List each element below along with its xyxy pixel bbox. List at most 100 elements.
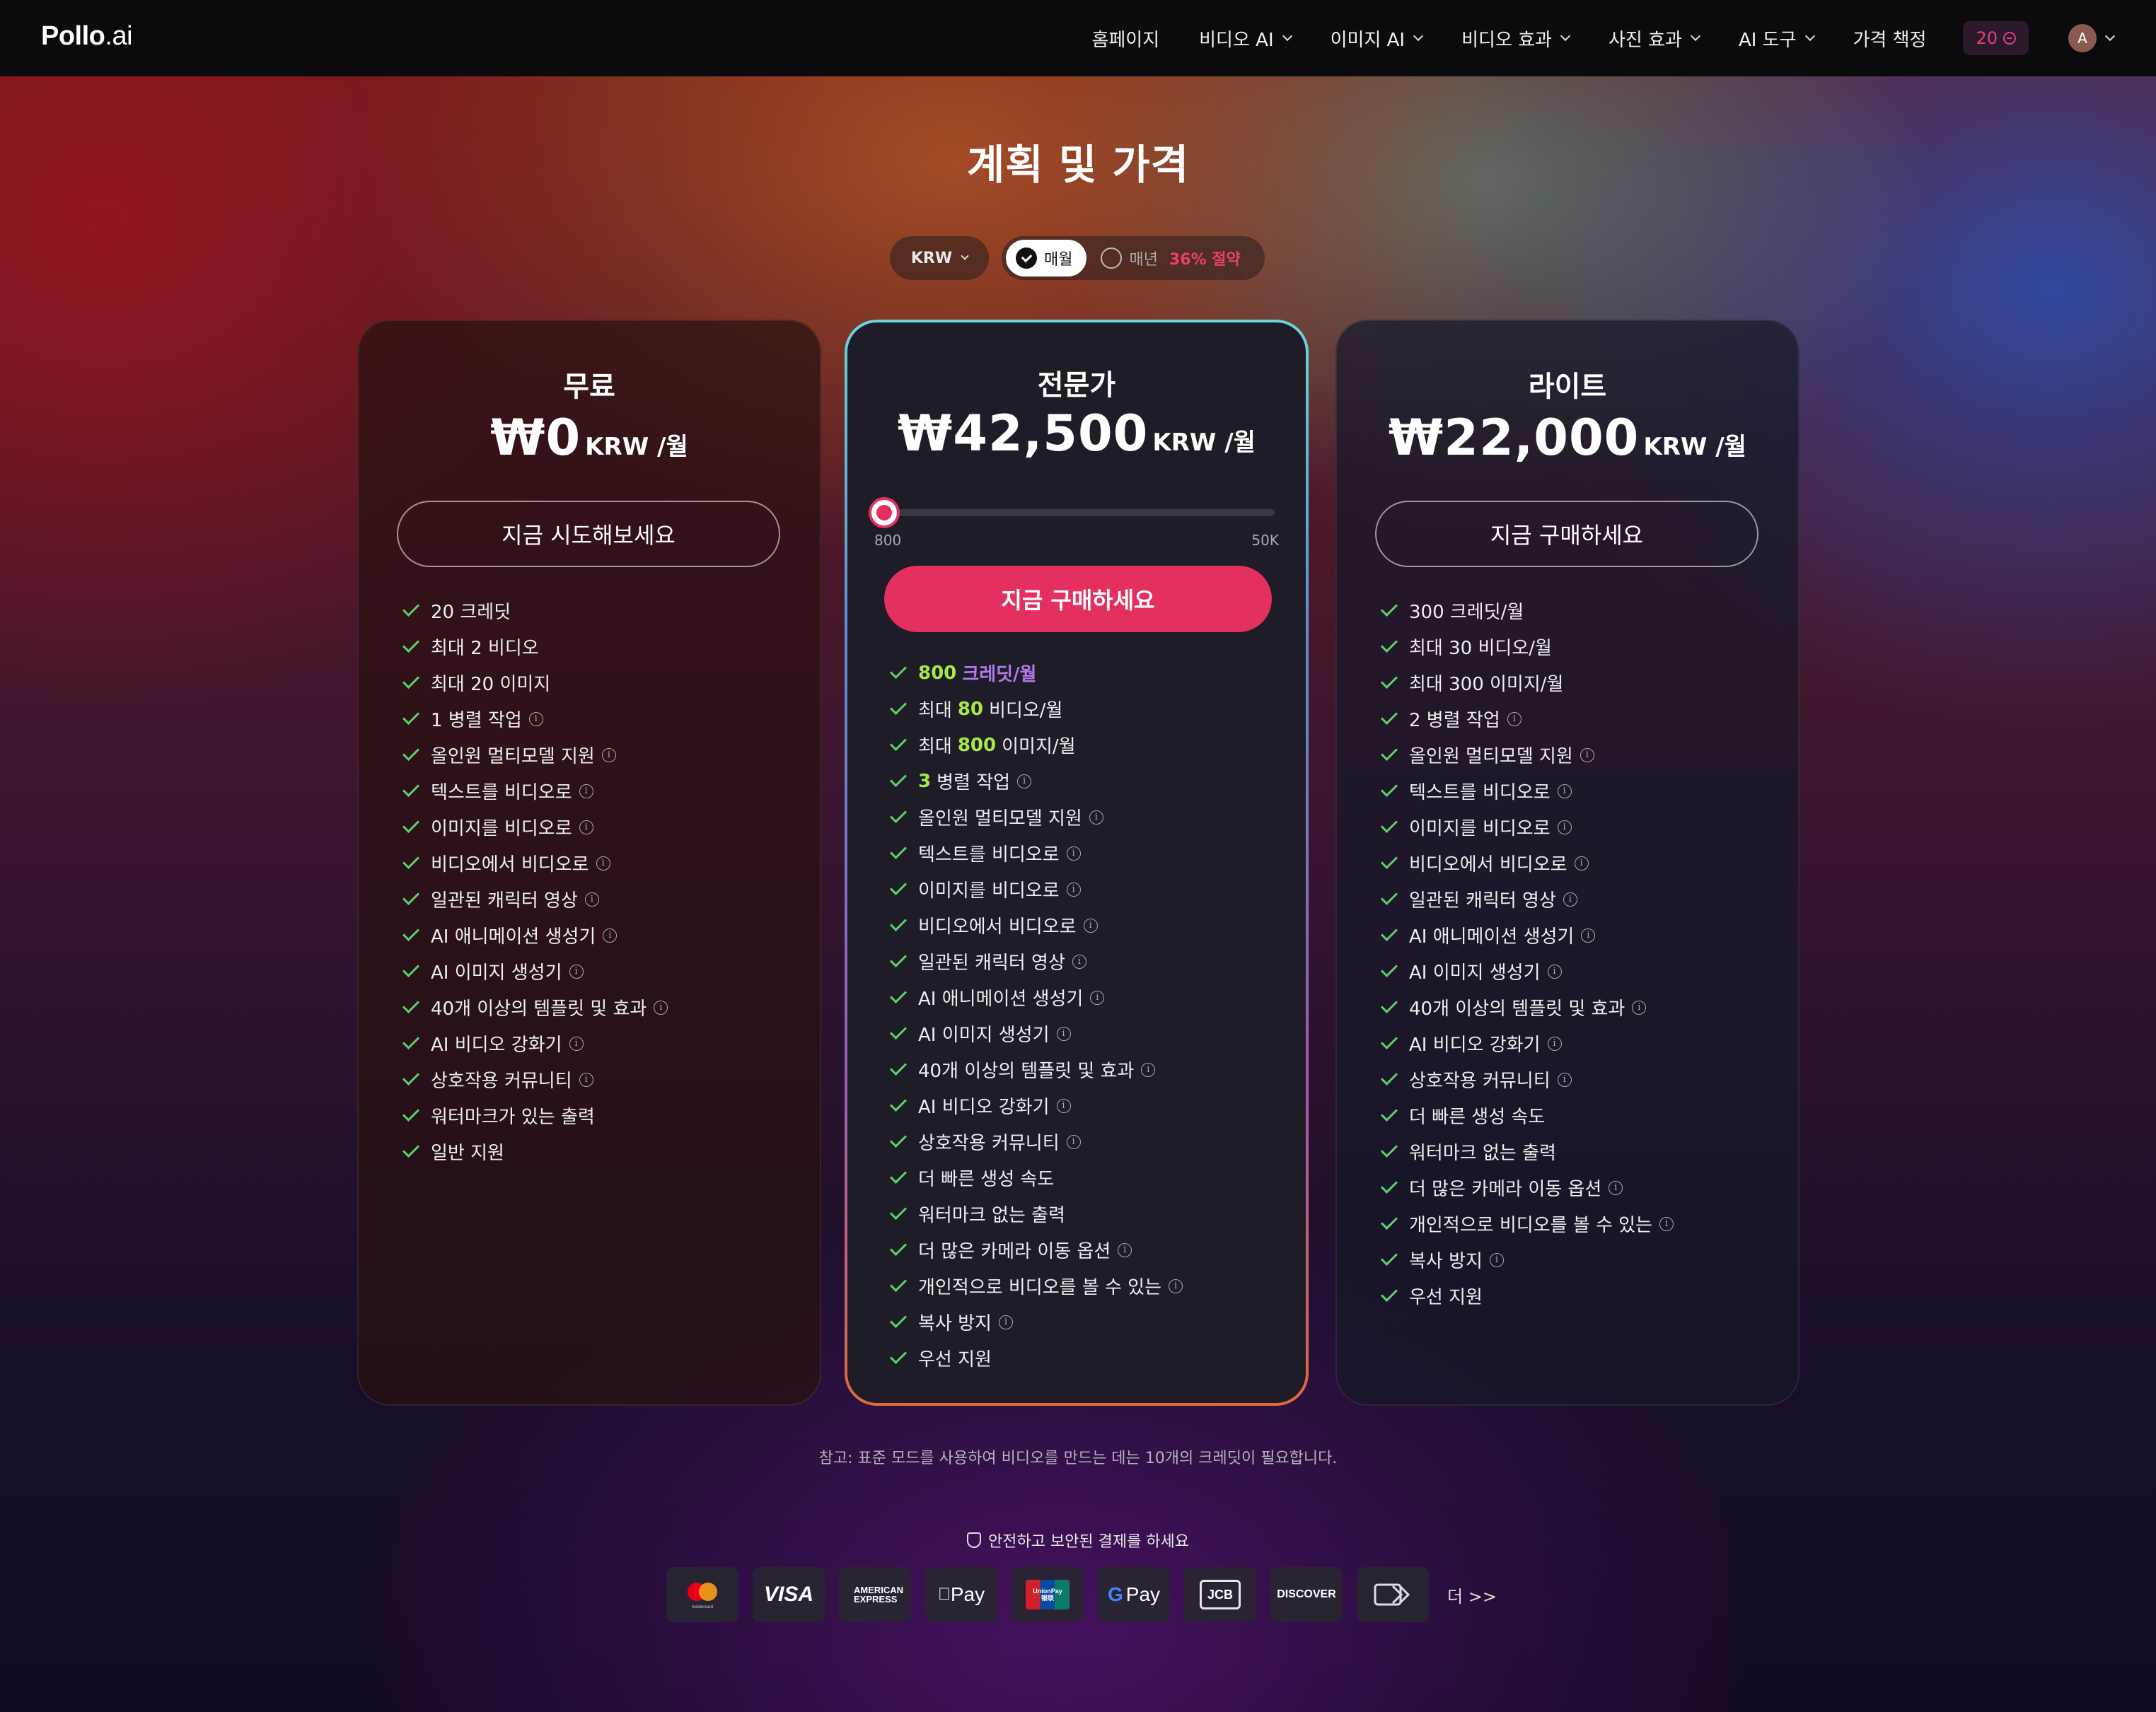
list-item: 텍스트를 비디오로 i — [888, 835, 1183, 871]
nav-item-image-ai[interactable]: 이미지 AI — [1331, 25, 1424, 52]
list-item: AI 애니메이션 생성기 i — [888, 979, 1183, 1015]
avatar[interactable]: A — [2068, 24, 2097, 52]
credits-slider[interactable] — [871, 500, 1275, 525]
info-icon[interactable]: i — [1489, 1252, 1504, 1267]
info-icon[interactable]: i — [1118, 1242, 1132, 1257]
list-item: 최대 300 이미지/월 — [1379, 665, 1674, 701]
info-icon[interactable]: i — [1056, 1098, 1071, 1113]
buy-now-button[interactable]: 지금 구매하세요 — [884, 566, 1272, 632]
info-icon[interactable]: i — [579, 820, 593, 834]
info-icon[interactable]: i — [1580, 747, 1594, 762]
info-icon[interactable]: i — [601, 747, 616, 762]
info-icon[interactable]: i — [1066, 882, 1081, 897]
jcb-icon: JCB — [1184, 1567, 1256, 1622]
info-icon[interactable]: i — [1659, 1216, 1674, 1231]
account-menu[interactable]: A — [2029, 24, 2116, 52]
list-item: 개인적으로 비디오를 볼 수 있는 i — [1379, 1206, 1674, 1242]
check-icon — [402, 960, 420, 977]
check-icon — [1380, 671, 1398, 689]
check-icon — [1016, 248, 1037, 269]
check-icon — [889, 1058, 908, 1076]
list-item: 복사 방지 i — [888, 1304, 1183, 1340]
slider-handle[interactable] — [871, 500, 897, 525]
check-icon — [402, 815, 420, 833]
info-icon[interactable]: i — [579, 1072, 593, 1087]
info-icon[interactable]: i — [1017, 774, 1032, 788]
nav-item-video-ai[interactable]: 비디오 AI — [1199, 25, 1292, 52]
info-icon[interactable]: i — [1066, 1134, 1081, 1149]
more-payments-link[interactable]: 더 >> — [1447, 1583, 1497, 1607]
list-item: 텍스트를 비디오로 i — [401, 773, 668, 809]
list-item: 더 빠른 생성 속도 — [888, 1160, 1183, 1196]
info-icon[interactable]: i — [1056, 1026, 1071, 1041]
unionpay-icon: UnionPay 银联 — [1012, 1567, 1084, 1622]
billing-yearly-option[interactable]: 매년 — [1101, 247, 1158, 269]
info-icon[interactable]: i — [1632, 1000, 1647, 1015]
nav-item-photo-effects[interactable]: 사진 효과 — [1609, 25, 1701, 52]
list-item: 이미지를 비디오로 i — [401, 809, 668, 845]
feature-list: 800 크레딧/월 최대 80 비디오/월 최대 800 이미지/월 3 병렬 작업 i — [888, 655, 1076, 799]
check-icon — [889, 986, 908, 1003]
info-icon[interactable]: i — [1507, 711, 1522, 726]
info-icon[interactable]: i — [1581, 928, 1596, 943]
info-icon[interactable]: i — [584, 892, 599, 907]
discover-icon: DISCOVER — [1270, 1567, 1343, 1622]
plan-card-lite: 라이트 ₩22,000 KRW /월 지금 구매하세요 300 크레딧/월 최대 3… — [1335, 320, 1799, 1406]
list-item: 최대 20 이미지 — [401, 665, 668, 701]
plan-name: 라이트 — [1528, 371, 1607, 403]
info-icon[interactable]: i — [1574, 856, 1589, 870]
info-icon[interactable]: i — [1089, 810, 1103, 825]
list-item: 최대 30 비디오/월 — [1379, 629, 1674, 665]
logo[interactable]: Pollo.ai — [41, 21, 133, 52]
chevron-down-icon — [1282, 30, 1292, 42]
list-item: 워터마크 없는 출력 — [888, 1196, 1183, 1232]
feature-list: 300 크레딧/월 최대 30 비디오/월 최대 300 이미지/월 2 병렬 작업 i… — [1379, 593, 1674, 1314]
check-icon — [1380, 815, 1398, 833]
info-icon[interactable]: i — [1083, 918, 1098, 933]
info-icon[interactable]: i — [1090, 990, 1105, 1005]
info-icon[interactable]: i — [528, 711, 543, 726]
check-icon — [1380, 1212, 1398, 1230]
info-icon[interactable]: i — [579, 784, 593, 798]
list-item: 300 크레딧/월 — [1379, 593, 1674, 629]
check-icon — [889, 914, 908, 931]
info-icon[interactable]: i — [1141, 1062, 1156, 1077]
chevron-down-icon — [1690, 30, 1701, 42]
try-now-button[interactable]: 지금 시도해보세요 — [397, 501, 780, 567]
info-icon[interactable]: i — [1547, 1036, 1562, 1051]
more-payments-icon[interactable] — [1357, 1567, 1429, 1622]
info-icon[interactable]: i — [603, 928, 618, 943]
info-icon[interactable]: i — [1557, 784, 1572, 798]
nav-item-ai-tools[interactable]: AI 도구 — [1739, 25, 1815, 52]
billing-monthly-option[interactable]: 매월 — [1006, 240, 1087, 276]
nav-item-home[interactable]: 홈페이지 — [1091, 25, 1159, 52]
info-icon[interactable]: i — [569, 1036, 584, 1051]
nav-item-video-effects[interactable]: 비디오 효과 — [1461, 25, 1571, 52]
info-icon[interactable]: i — [569, 964, 584, 979]
yearly-savings-badge: 36% 절약 — [1169, 251, 1241, 269]
info-icon[interactable]: i — [1557, 1072, 1572, 1087]
info-icon[interactable]: i — [1066, 846, 1081, 861]
info-icon[interactable]: i — [1072, 954, 1086, 969]
check-icon — [402, 779, 420, 797]
billing-toggle: 매월 매년 36% 절약 — [1002, 236, 1265, 280]
info-icon[interactable]: i — [1609, 1180, 1623, 1195]
info-icon[interactable]: i — [998, 1315, 1013, 1329]
check-icon — [889, 878, 908, 895]
nav-item-pricing[interactable]: 가격 책정 — [1853, 25, 1927, 52]
info-icon[interactable]: i — [1547, 964, 1562, 979]
credits-badge[interactable]: 20 — [1963, 21, 2029, 55]
info-icon[interactable]: i — [1169, 1279, 1183, 1293]
check-icon — [1380, 1140, 1398, 1158]
info-icon[interactable]: i — [654, 1000, 668, 1015]
info-icon[interactable]: i — [1557, 820, 1572, 834]
check-icon — [1380, 887, 1398, 905]
currency-select[interactable]: KRW — [890, 236, 989, 280]
buy-now-button[interactable]: 지금 구매하세요 — [1375, 501, 1758, 567]
info-icon[interactable]: i — [1563, 892, 1577, 907]
list-item: 이미지를 비디오로 i — [1379, 809, 1674, 845]
list-item: 워터마크 없는 출력 — [1379, 1134, 1674, 1170]
check-icon — [402, 1068, 420, 1085]
info-icon[interactable]: i — [596, 856, 610, 870]
check-icon — [1380, 1032, 1398, 1049]
